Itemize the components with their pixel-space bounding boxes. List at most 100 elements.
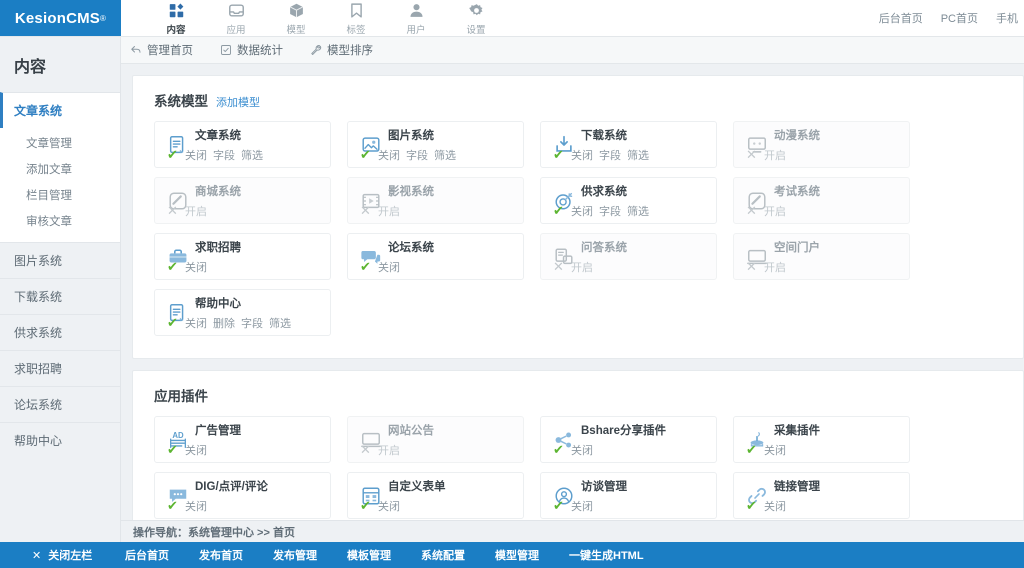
card-action[interactable]: 关闭	[571, 147, 593, 163]
card-action[interactable]: 关闭	[378, 498, 400, 514]
taskbar-link[interactable]: 发布管理	[273, 547, 317, 563]
module-card-动漫系统[interactable]: 动漫系统 ✕ 开启	[733, 121, 910, 168]
card-body: 动漫系统 ✕ 开启	[746, 127, 909, 163]
card-action[interactable]: 字段	[599, 147, 621, 163]
module-card-文章系统[interactable]: 文章系统 ✔ 关闭 字段 筛选	[154, 121, 331, 168]
module-card-求职招聘[interactable]: 求职招聘 ✔ 关闭	[154, 233, 331, 280]
card-actions: 开启	[185, 203, 207, 219]
module-card-问答系统[interactable]: 问答系统 ✕ 开启	[540, 233, 717, 280]
module-card-自定义表单[interactable]: 自定义表单 ✔ 关闭	[347, 472, 524, 519]
card-action[interactable]: 筛选	[241, 147, 263, 163]
card-action[interactable]: 关闭	[185, 259, 207, 275]
module-card-采集插件[interactable]: 采集插件 ✔ 关闭	[733, 416, 910, 463]
toolbar-模型排序[interactable]: 模型排序	[309, 42, 373, 58]
card-action[interactable]: 删除	[213, 315, 235, 331]
module-card-链接管理[interactable]: 链接管理 ✔ 关闭	[733, 472, 910, 519]
nav-item-设置[interactable]: 设置	[446, 0, 506, 36]
nav-item-模型[interactable]: 模型	[266, 0, 326, 36]
taskbar-link[interactable]: 一键生成HTML	[569, 547, 644, 563]
card-action[interactable]: 开启	[764, 147, 786, 163]
card-action[interactable]: 关闭	[185, 315, 207, 331]
nav-item-label: 标签	[346, 25, 366, 36]
card-action[interactable]: 关闭	[571, 203, 593, 219]
card-action[interactable]: 开启	[378, 442, 400, 458]
card-action[interactable]: 关闭	[764, 498, 786, 514]
sidebar-subitem-栏目管理[interactable]: 栏目管理	[0, 182, 120, 208]
card-action[interactable]: 关闭	[571, 498, 593, 514]
module-card-Bshare分享插件[interactable]: Bshare分享插件 ✔ 关闭	[540, 416, 717, 463]
nav-item-标签[interactable]: 标签	[326, 0, 386, 36]
module-card-空间门户[interactable]: 空间门户 ✕ 开启	[733, 233, 910, 280]
module-card-供求系统[interactable]: 供求系统 ✔ 关闭 字段 筛选	[540, 177, 717, 224]
sidebar-item-供求系统[interactable]: 供求系统	[0, 314, 120, 350]
card-action[interactable]: 关闭	[378, 147, 400, 163]
card-action[interactable]: 筛选	[627, 147, 649, 163]
card-action[interactable]: 筛选	[434, 147, 456, 163]
module-card-图片系统[interactable]: 图片系统 ✔ 关闭 字段 筛选	[347, 121, 524, 168]
sidebar-item-帮助中心[interactable]: 帮助中心	[0, 422, 120, 458]
module-card-网站公告[interactable]: 网站公告 ✕ 开启	[347, 416, 524, 463]
taskbar-links: 后台首页 发布首页 发布管理 模板管理 系统配置 模型管理 一键生成HTML	[121, 547, 644, 563]
card-action[interactable]: 关闭	[571, 442, 593, 458]
sidebar-subitem-文章管理[interactable]: 文章管理	[0, 130, 120, 156]
card-action[interactable]: 关闭	[185, 442, 207, 458]
top-right-link[interactable]: 后台首页	[879, 10, 923, 26]
card-actions: 关闭 字段 筛选	[378, 147, 456, 163]
sidebar-item-图片系统[interactable]: 图片系统	[0, 242, 120, 278]
card-body: 采集插件 ✔ 关闭	[746, 422, 909, 458]
card-action[interactable]: 字段	[213, 147, 235, 163]
module-card-访谈管理[interactable]: 访谈管理 ✔ 关闭	[540, 472, 717, 519]
card-action[interactable]: 开启	[185, 203, 207, 219]
card-action[interactable]: 开启	[764, 259, 786, 275]
taskbar-link[interactable]: 模板管理	[347, 547, 391, 563]
card-actions: 开启	[764, 147, 786, 163]
module-card-论坛系统[interactable]: 论坛系统 ✔ 关闭	[347, 233, 524, 280]
card-action[interactable]: 关闭	[764, 442, 786, 458]
top-right-link[interactable]: PC首页	[941, 10, 978, 26]
kesioncms-admin-window: KesionCMS ® 内容 应用 模型 标签 用户 设置 后台首页 PC首页 手机 内容 文章…	[0, 0, 1024, 568]
module-card-考试系统[interactable]: 考试系统 ✕ 开启	[733, 177, 910, 224]
taskbar-link[interactable]: 模型管理	[495, 547, 539, 563]
module-card-广告管理[interactable]: AD 广告管理 ✔ 关闭	[154, 416, 331, 463]
sidebar-item-求职招聘[interactable]: 求职招聘	[0, 350, 120, 386]
nav-item-内容[interactable]: 内容	[146, 0, 206, 36]
card-actions: 开启	[378, 203, 400, 219]
sidebar-item-下载系统[interactable]: 下载系统	[0, 278, 120, 314]
card-action[interactable]: 开启	[764, 203, 786, 219]
card-action[interactable]: 筛选	[269, 315, 291, 331]
top-right-link[interactable]: 手机	[996, 10, 1018, 26]
card-action[interactable]: 开启	[378, 203, 400, 219]
toolbar-label: 模型排序	[327, 45, 373, 57]
nav-item-应用[interactable]: 应用	[206, 0, 266, 36]
sidebar-item-文章系统[interactable]: 文章系统	[0, 92, 120, 128]
toolbar-管理首页[interactable]: 管理首页	[129, 42, 193, 58]
collapse-sidebar-button[interactable]: ✕ 关闭左栏	[0, 547, 121, 563]
card-action[interactable]: 关闭	[185, 147, 207, 163]
module-card-商城系统[interactable]: 商城系统 ✕ 开启	[154, 177, 331, 224]
taskbar-link[interactable]: 系统配置	[421, 547, 465, 563]
toolbar-label: 数据统计	[237, 45, 283, 57]
card-status: ✔ 关闭 字段 筛选	[360, 147, 523, 163]
card-action[interactable]: 字段	[599, 203, 621, 219]
brand-logo[interactable]: KesionCMS ®	[0, 0, 121, 36]
nav-item-用户[interactable]: 用户	[386, 0, 446, 36]
module-card-DIG/点评/评论[interactable]: DIG/点评/评论 ✔ 关闭	[154, 472, 331, 519]
sidebar-item-论坛系统[interactable]: 论坛系统	[0, 386, 120, 422]
sidebar-subitem-添加文章[interactable]: 添加文章	[0, 156, 120, 182]
card-action[interactable]: 字段	[406, 147, 428, 163]
sub-toolbar: 管理首页 数据统计 模型排序	[121, 37, 1024, 64]
taskbar-link[interactable]: 发布首页	[199, 547, 243, 563]
add-model-link[interactable]: 添加模型	[216, 94, 260, 110]
sidebar-subitem-审核文章[interactable]: 审核文章	[0, 208, 120, 234]
module-card-下载系统[interactable]: 下载系统 ✔ 关闭 字段 筛选	[540, 121, 717, 168]
card-action[interactable]: 字段	[241, 315, 263, 331]
card-action[interactable]: 关闭	[378, 259, 400, 275]
module-card-帮助中心[interactable]: 帮助中心 ✔ 关闭 删除 字段 筛选	[154, 289, 331, 336]
toolbar-数据统计[interactable]: 数据统计	[219, 42, 283, 58]
module-card-影视系统[interactable]: 影视系统 ✕ 开启	[347, 177, 524, 224]
card-title: 访谈管理	[581, 480, 627, 493]
card-action[interactable]: 开启	[571, 259, 593, 275]
card-action[interactable]: 筛选	[627, 203, 649, 219]
card-action[interactable]: 关闭	[185, 498, 207, 514]
taskbar-link[interactable]: 后台首页	[125, 547, 169, 563]
